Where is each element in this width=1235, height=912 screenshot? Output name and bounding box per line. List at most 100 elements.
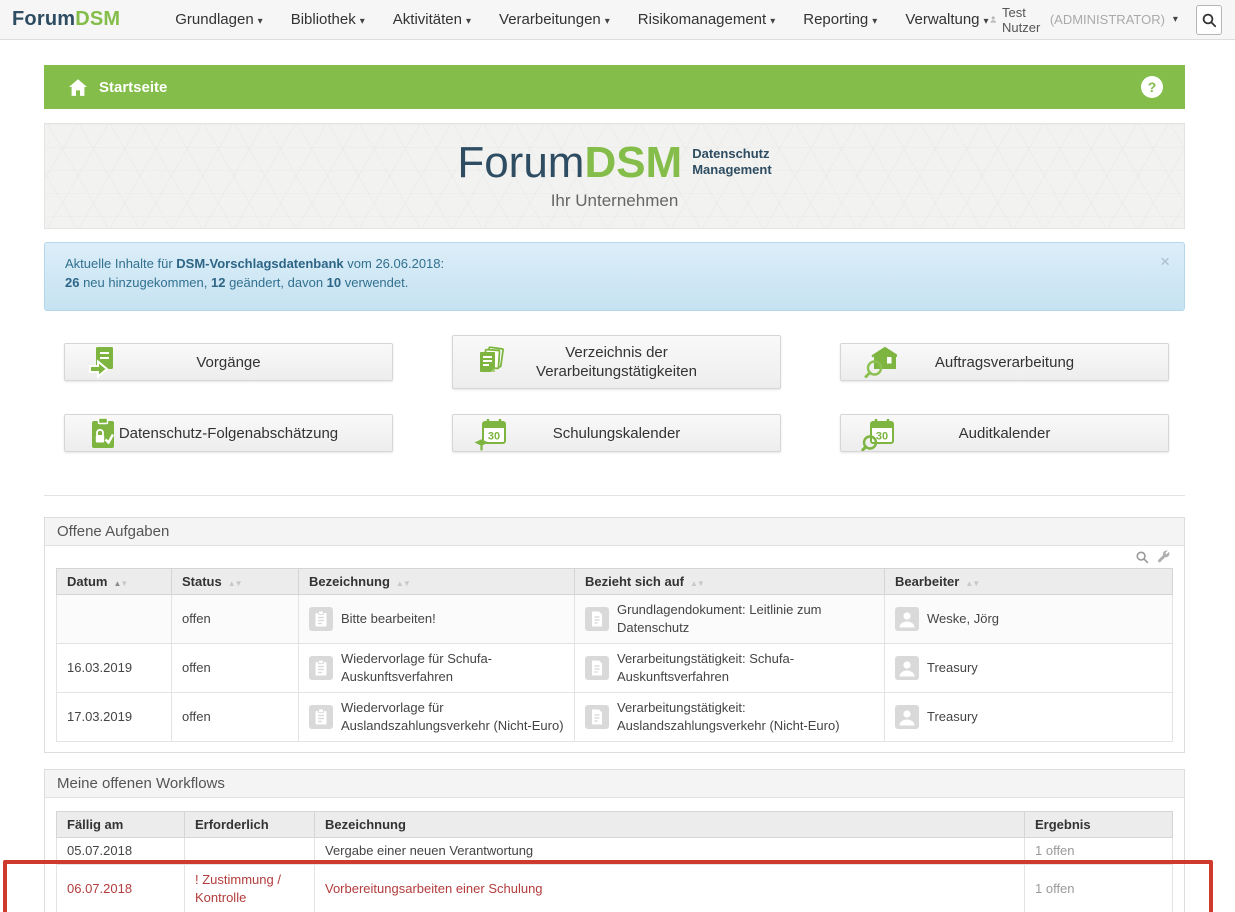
open-tasks-table: Datum▲▼ Status▲▼ Bezeichnung▲▼ Bezieht s… — [56, 568, 1173, 742]
cell-bezeichnung[interactable]: Vorbereitungsarbeiten einer Schulung — [315, 865, 1025, 912]
user-menu[interactable]: Test Nutzer (ADMINISTRATOR) ▾ — [989, 5, 1178, 35]
table-row[interactable]: 05.07.2018 Vergabe einer neuen Verantwor… — [57, 838, 1173, 865]
hero-logo: ForumDSM — [457, 141, 682, 185]
menu-bibliothek[interactable]: Bibliothek▾ — [291, 11, 365, 28]
cell-bezeichnung[interactable]: Wiedervorlage für Auslandszahlungsverkeh… — [341, 699, 564, 735]
user-icon — [989, 13, 997, 26]
open-workflows-table: Fällig am Erforderlich Bezeichnung Ergeb… — [56, 811, 1173, 912]
document-icon — [585, 705, 609, 729]
cell-bezieht-sich-auf[interactable]: Verarbeitungstätigkeit: Auslandszahlungs… — [617, 699, 874, 735]
breadcrumb-title: Startseite — [99, 79, 167, 96]
cell-ergebnis: 1 offen — [1025, 865, 1173, 912]
chevron-down-icon: ▾ — [872, 16, 877, 27]
column-header-status[interactable]: Status▲▼ — [172, 569, 299, 595]
close-icon[interactable]: × — [1160, 255, 1170, 269]
chevron-down-icon: ▾ — [360, 16, 365, 27]
document-icon — [585, 607, 609, 631]
divider — [44, 495, 1185, 496]
help-button[interactable]: ? — [1141, 76, 1163, 98]
cell-bearbeiter: Treasury — [927, 708, 1162, 726]
cell-bezieht-sich-auf[interactable]: Grundlagendokument: Leitlinie zum Datens… — [617, 601, 874, 637]
cell-faellig-am: 06.07.2018 — [57, 865, 185, 912]
cell-status: offen — [172, 595, 299, 644]
task-icon — [309, 705, 333, 729]
task-icon — [309, 607, 333, 631]
cell-bezeichnung[interactable]: Bitte bearbeiten! — [341, 610, 564, 628]
app-logo[interactable]: ForumDSM — [12, 8, 120, 31]
search-icon[interactable] — [1135, 550, 1149, 564]
column-header-bezieht-sich-auf[interactable]: Bezieht sich auf▲▼ — [575, 569, 885, 595]
column-header-bearbeiter[interactable]: Bearbeiter▲▼ — [885, 569, 1173, 595]
highlighted-workflow-row[interactable]: 06.07.2018 ! Zustimmung / Kontrolle Vorb… — [57, 865, 1173, 912]
alert-line-2: 26 neu hinzugekommen, 12 geändert, davon… — [65, 273, 1164, 292]
cell-erforderlich: ! Zustimmung / Kontrolle — [185, 865, 315, 912]
table-row[interactable]: offen Bitte bearbeiten! Grundlagendokume… — [57, 595, 1173, 644]
column-header-bezeichnung[interactable]: Bezeichnung▲▼ — [299, 569, 575, 595]
sort-icon: ▲▼ — [113, 579, 127, 588]
search-icon — [1201, 12, 1217, 28]
cell-datum — [57, 595, 172, 644]
menu-verarbeitungen[interactable]: Verarbeitungen▾ — [499, 11, 610, 28]
table-row[interactable]: 16.03.2019 offen Wiedervorlage für Schuf… — [57, 644, 1173, 693]
column-header-bezeichnung: Bezeichnung — [315, 812, 1025, 838]
task-icon — [309, 656, 333, 680]
hero-tagline: DatenschutzManagement — [692, 146, 771, 178]
column-header-datum[interactable]: Datum▲▼ — [57, 569, 172, 595]
chevron-down-icon: ▾ — [770, 16, 775, 27]
menu-grundlagen[interactable]: Grundlagen▾ — [175, 11, 262, 28]
top-navbar: ForumDSM Grundlagen▾ Bibliothek▾ Aktivit… — [0, 0, 1235, 40]
tile-schulungskalender[interactable]: 30 Schulungskalender — [452, 414, 781, 452]
column-header-ergebnis: Ergebnis — [1025, 812, 1173, 838]
alert-line-1: Aktuelle Inhalte für DSM-Vorschlagsdaten… — [65, 254, 1164, 273]
calendar-magnifier-icon: 30 — [861, 415, 897, 451]
tile-auftragsverarbeitung[interactable]: Auftragsverarbeitung — [840, 343, 1169, 381]
menu-risikomanagement[interactable]: Risikomanagement▾ — [638, 11, 775, 28]
house-magnifier-icon — [861, 344, 897, 380]
person-icon — [895, 607, 919, 631]
cell-status: offen — [172, 644, 299, 693]
menu-verwaltung[interactable]: Verwaltung▾ — [905, 11, 988, 28]
table-row[interactable]: 17.03.2019 offen Wiedervorlage für Ausla… — [57, 693, 1173, 742]
cell-status: offen — [172, 693, 299, 742]
person-icon — [895, 656, 919, 680]
main-menu: Grundlagen▾ Bibliothek▾ Aktivitäten▾ Ver… — [175, 11, 988, 28]
cell-datum: 16.03.2019 — [57, 644, 172, 693]
cell-faellig-am: 05.07.2018 — [57, 838, 185, 865]
clipboard-lock-check-icon — [85, 415, 121, 451]
cell-bearbeiter: Treasury — [927, 659, 1162, 677]
document-arrow-icon — [85, 344, 121, 380]
company-name: Ihr Unternehmen — [551, 191, 679, 211]
tile-auditkalender[interactable]: 30 Auditkalender — [840, 414, 1169, 452]
chevron-down-icon: ▾ — [605, 16, 610, 27]
home-icon — [68, 78, 88, 97]
search-button[interactable] — [1196, 5, 1222, 35]
sort-icon: ▲▼ — [396, 579, 410, 588]
menu-reporting[interactable]: Reporting▾ — [803, 11, 877, 28]
menu-aktivitaeten[interactable]: Aktivitäten▾ — [393, 11, 471, 28]
cell-bearbeiter: Weske, Jörg — [927, 610, 1162, 628]
tile-verzeichnis[interactable]: Verzeichnis der Verarbeitungstätigkeiten — [452, 335, 781, 389]
cell-bezeichnung[interactable]: Wiedervorlage für Schufa-Auskunftsverfah… — [341, 650, 564, 686]
wrench-icon[interactable] — [1157, 550, 1171, 564]
tile-vorgaenge[interactable]: Vorgänge — [64, 343, 393, 381]
column-header-faellig-am: Fällig am — [57, 812, 185, 838]
cell-ergebnis: 1 offen — [1025, 838, 1173, 865]
cell-datum: 17.03.2019 — [57, 693, 172, 742]
cell-bezieht-sich-auf[interactable]: Verarbeitungstätigkeit: Schufa-Auskunfts… — [617, 650, 874, 686]
documents-stack-icon — [473, 344, 509, 380]
open-workflows-panel: Meine offenen Workflows Fällig am Erford… — [44, 769, 1185, 912]
svg-text:30: 30 — [488, 431, 500, 443]
sort-icon: ▲▼ — [690, 579, 704, 588]
tile-datenschutz-folgenabschaetzung[interactable]: Datenschutz-Folgenabschätzung — [64, 414, 393, 452]
person-icon — [895, 705, 919, 729]
sort-icon: ▲▼ — [228, 579, 242, 588]
calendar-training-icon: 30 — [473, 415, 509, 451]
breadcrumb-bar: Startseite ? — [44, 65, 1185, 109]
open-tasks-panel: Offene Aufgaben Datum▲▼ Status▲▼ Bezeich… — [44, 517, 1185, 753]
panel-title: Offene Aufgaben — [45, 518, 1184, 546]
cell-erforderlich — [185, 838, 315, 865]
panel-title: Meine offenen Workflows — [45, 770, 1184, 798]
cell-bezeichnung[interactable]: Vergabe einer neuen Verantwortung — [315, 838, 1025, 865]
shortcut-tiles: Vorgänge Verzeichnis der Verarbeitungstä… — [44, 335, 1185, 452]
chevron-down-icon: ▾ — [466, 16, 471, 27]
